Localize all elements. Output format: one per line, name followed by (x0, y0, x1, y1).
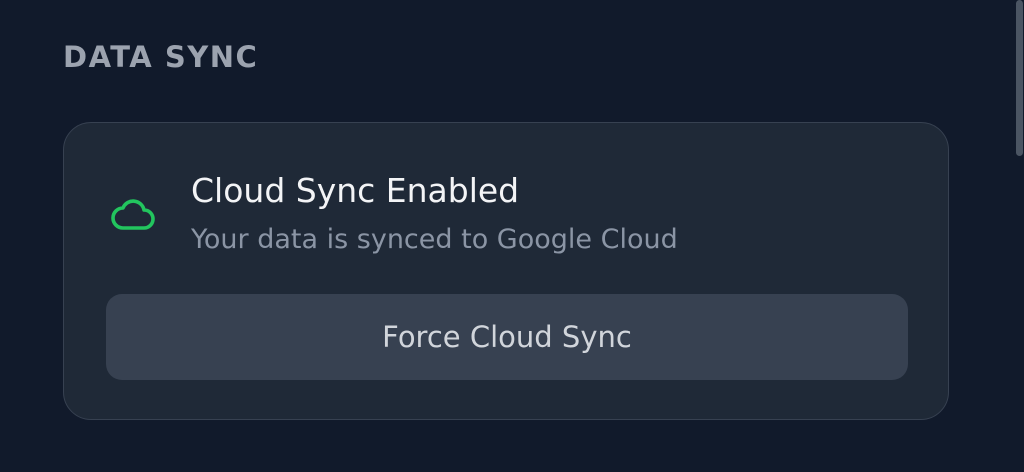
cloud-sync-card: Cloud Sync Enabled Your data is synced t… (63, 122, 949, 420)
cloud-icon (111, 199, 155, 230)
sync-status-title: Cloud Sync Enabled (191, 171, 520, 210)
force-cloud-sync-button[interactable]: Force Cloud Sync (106, 294, 908, 380)
section-title: DATA SYNC (63, 40, 259, 74)
settings-page: DATA SYNC Cloud Sync Enabled Your data i… (0, 0, 1024, 472)
scrollbar[interactable] (1014, 0, 1024, 472)
sync-status-description: Your data is synced to Google Cloud (191, 224, 678, 255)
scrollbar-thumb[interactable] (1016, 0, 1023, 156)
